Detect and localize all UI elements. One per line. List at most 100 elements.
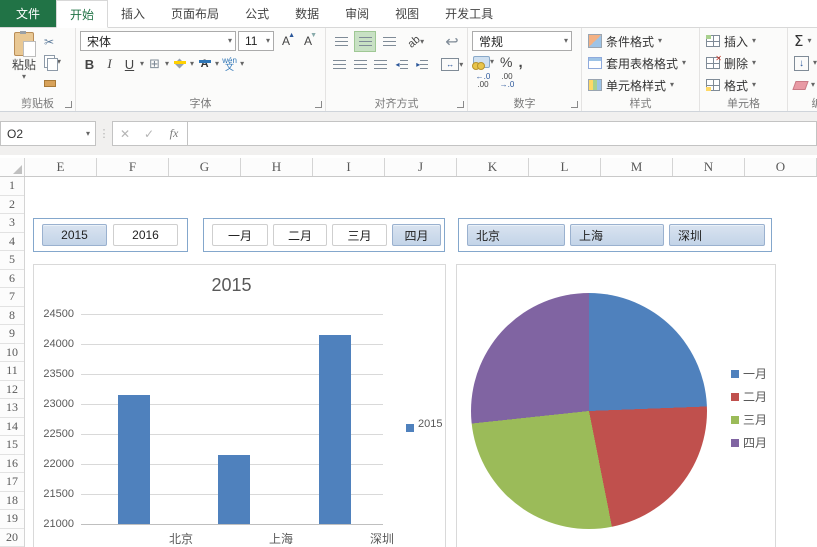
wrap-text-button[interactable]: ↩ (440, 31, 464, 52)
row-header-6[interactable]: 6 (0, 270, 24, 288)
row-header-18[interactable]: 18 (0, 492, 24, 510)
decrease-decimal-button[interactable]: .00 →.0 (496, 73, 518, 89)
formula-bar-resizer[interactable]: ⋮ (96, 127, 112, 140)
clear-button[interactable]: ▾ (792, 74, 817, 96)
tab-开始[interactable]: 开始 (56, 0, 109, 28)
row-header-10[interactable]: 10 (0, 344, 24, 362)
phonetic-guide-button[interactable]: wén 文 (220, 53, 239, 75)
slicer-item-深圳[interactable]: 深圳 (669, 224, 765, 246)
tab-审阅[interactable]: 审阅 (332, 0, 382, 27)
format-painter-button[interactable] (44, 73, 70, 90)
row-header-3[interactable]: 3 (0, 214, 24, 233)
tab-文件[interactable]: 文件 (0, 0, 57, 27)
select-all-corner[interactable] (0, 158, 25, 176)
row-header-9[interactable]: 9 (0, 325, 24, 344)
row-header-12[interactable]: 12 (0, 381, 24, 399)
tab-公式[interactable]: 公式 (232, 0, 282, 27)
slicer-item-一月[interactable]: 一月 (212, 224, 268, 246)
autosum-button[interactable]: Σ ▾ (792, 30, 817, 52)
pie-chart[interactable]: 一月 二月 三月 四月 (456, 264, 776, 547)
middle-align-button[interactable] (354, 31, 376, 52)
align-right-button[interactable] (371, 54, 390, 75)
number-dialog-launcher-icon[interactable] (571, 101, 578, 108)
decrease-indent-button[interactable]: ◂ (392, 54, 411, 75)
row-header-11[interactable]: 11 (0, 362, 24, 381)
bold-button[interactable]: B (80, 53, 99, 75)
orientation-button[interactable]: ab ▾ (402, 31, 430, 52)
fill-button[interactable]: ↓ ▾ (792, 52, 817, 74)
slicer-item-二月[interactable]: 二月 (273, 224, 327, 246)
tab-页面布局[interactable]: 页面布局 (158, 0, 232, 27)
top-align-button[interactable] (330, 31, 352, 52)
align-center-button[interactable] (351, 54, 370, 75)
slicer-item-2016[interactable]: 2016 (113, 224, 178, 246)
fill-color-button[interactable] (170, 53, 189, 75)
slicer-item-四月[interactable]: 四月 (392, 224, 441, 246)
percent-style-button[interactable]: % (499, 53, 513, 71)
row-header-17[interactable]: 17 (0, 473, 24, 492)
cut-button[interactable]: ✂ (44, 33, 70, 50)
formula-input[interactable] (188, 121, 817, 146)
font-dialog-launcher-icon[interactable] (315, 101, 322, 108)
underline-button[interactable]: U (120, 53, 139, 75)
clipboard-dialog-launcher-icon[interactable] (65, 101, 72, 108)
row-header-4[interactable]: 4 (0, 233, 24, 251)
row-header-13[interactable]: 13 (0, 399, 24, 418)
column-header-H[interactable]: H (241, 158, 313, 176)
alignment-dialog-launcher-icon[interactable] (457, 101, 464, 108)
column-header-F[interactable]: F (97, 158, 169, 176)
insert-function-icon[interactable]: fx (161, 126, 187, 141)
copy-button[interactable]: ▾ (44, 53, 70, 71)
row-header-19[interactable]: 19 (0, 510, 24, 529)
enter-icon[interactable]: ✓ (137, 127, 161, 141)
font-size-combo[interactable]: 11 ▾ (238, 31, 274, 51)
column-header-N[interactable]: N (673, 158, 745, 176)
number-format-combo[interactable]: 常规 ▾ (472, 31, 572, 51)
row-header-2[interactable]: 2 (0, 196, 24, 214)
grow-font-button[interactable]: A ▲ (276, 31, 296, 51)
column-header-J[interactable]: J (385, 158, 457, 176)
bottom-align-button[interactable] (378, 31, 400, 52)
conditional-formatting-button[interactable]: 条件格式 ▾ (586, 30, 697, 52)
column-header-K[interactable]: K (457, 158, 529, 176)
align-left-button[interactable] (330, 54, 349, 75)
font-name-combo[interactable]: 宋体 ▾ (80, 31, 236, 51)
format-cells-button[interactable]: 格式 ▾ (704, 74, 785, 96)
column-header-I[interactable]: I (313, 158, 385, 176)
paste-button[interactable]: 粘贴 ▾ (4, 30, 44, 97)
delete-cells-button[interactable]: ✕ 删除 ▾ (704, 52, 785, 74)
slicer-item-2015[interactable]: 2015 (42, 224, 107, 246)
shrink-font-button[interactable]: A ▼ (298, 31, 318, 51)
cell-styles-button[interactable]: 单元格样式 ▾ (586, 74, 697, 96)
italic-button[interactable]: I (100, 53, 119, 75)
row-header-5[interactable]: 5 (0, 251, 24, 270)
column-header-L[interactable]: L (529, 158, 601, 176)
merge-center-button[interactable]: ↔ ▾ (440, 54, 465, 75)
tab-视图[interactable]: 视图 (382, 0, 432, 27)
tab-数据[interactable]: 数据 (282, 0, 332, 27)
increase-decimal-button[interactable]: ←.0.00 (472, 73, 494, 89)
column-header-G[interactable]: G (169, 158, 241, 176)
slicer-item-上海[interactable]: 上海 (570, 224, 664, 246)
row-header-20[interactable]: 20 (0, 529, 24, 547)
column-header-E[interactable]: E (25, 158, 97, 176)
bar-chart[interactable]: 2015 24500 24000 23500 23000 22500 22000 21500 2… (33, 264, 446, 547)
row-header-8[interactable]: 8 (0, 307, 24, 325)
name-box[interactable]: O2 ▾ (0, 121, 96, 146)
comma-style-button[interactable]: , (517, 53, 523, 72)
slicer-item-三月[interactable]: 三月 (332, 224, 387, 246)
format-as-table-button[interactable]: 套用表格格式 ▾ (586, 52, 697, 74)
tab-开发工具[interactable]: 开发工具 (432, 0, 506, 27)
row-header-16[interactable]: 16 (0, 455, 24, 473)
row-header-7[interactable]: 7 (0, 288, 24, 307)
cancel-icon[interactable]: ✕ (113, 127, 137, 141)
slicer-item-北京[interactable]: 北京 (467, 224, 565, 246)
column-header-O[interactable]: O (745, 158, 817, 176)
row-header-1[interactable]: 1 (0, 177, 24, 196)
column-header-M[interactable]: M (601, 158, 673, 176)
insert-cells-button[interactable]: 插入 ▾ (704, 30, 785, 52)
row-header-15[interactable]: 15 (0, 436, 24, 455)
row-header-14[interactable]: 14 (0, 418, 24, 436)
increase-indent-button[interactable]: ▸ (413, 54, 432, 75)
font-color-button[interactable]: A (195, 53, 214, 75)
